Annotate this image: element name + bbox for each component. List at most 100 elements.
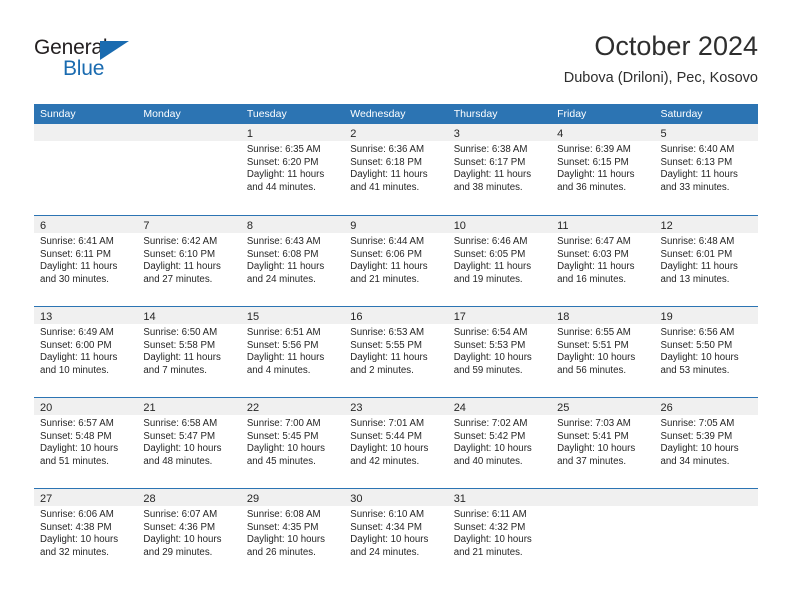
sunrise-text: Sunrise: 6:44 AM [350, 236, 425, 247]
day-number-band: 31 [447, 489, 552, 506]
calendar-day-cell[interactable]: 25 Sunrise: 7:03 AM Sunset: 5:41 PM Dayligh… [551, 398, 655, 488]
sunset-text: Sunset: 6:05 PM [453, 248, 526, 260]
day-number-band: 4 [551, 124, 655, 141]
sunrise-text: Sunrise: 6:50 AM [143, 327, 218, 338]
day-details: Sunrise: 6:56 AM Sunset: 5:50 PM Daylight:… [655, 324, 758, 377]
day-number-band: 14 [137, 307, 241, 324]
day-details: Sunrise: 6:41 AM Sunset: 6:11 PM Daylight:… [34, 233, 137, 286]
daylight-text-line2: and 34 minutes. [660, 455, 730, 467]
daylight-text-line1: Daylight: 11 hours [453, 261, 532, 273]
calendar-day-cell[interactable]: 23 Sunrise: 7:01 AM Sunset: 5:44 PM Dayligh… [344, 398, 448, 488]
day-number-band: 24 [447, 398, 552, 415]
sunrise-text: Sunrise: 6:43 AM [246, 236, 321, 247]
sunrise-text: Sunrise: 6:56 AM [660, 327, 735, 338]
calendar-day-cell[interactable]: 28 Sunrise: 6:07 AM Sunset: 4:36 PM Dayligh… [137, 489, 241, 579]
day-number: 19 [660, 311, 673, 323]
daylight-text-line1: Daylight: 11 hours [350, 352, 428, 364]
sunrise-text: Sunrise: 7:01 AM [350, 418, 425, 429]
calendar-day-cell[interactable]: 31 Sunrise: 6:11 AM Sunset: 4:32 PM Dayligh… [447, 489, 552, 579]
day-number: 16 [350, 311, 363, 323]
calendar-day-cell[interactable]: 15 Sunrise: 6:51 AM Sunset: 5:56 PM Dayligh… [240, 307, 345, 397]
day-details: Sunrise: 6:55 AM Sunset: 5:51 PM Daylight:… [551, 324, 654, 377]
day-number-band: 19 [654, 307, 758, 324]
calendar-day-cell[interactable]: 21 Sunrise: 6:58 AM Sunset: 5:47 PM Dayligh… [137, 398, 241, 488]
sunrise-text: Sunrise: 6:38 AM [453, 144, 528, 155]
calendar-day-cell[interactable]: 20 Sunrise: 6:57 AM Sunset: 5:48 PM Dayligh… [34, 398, 138, 488]
daylight-text-line1: Daylight: 10 hours [246, 443, 325, 455]
sunrise-text: Sunrise: 7:03 AM [557, 418, 631, 429]
calendar-day-cell[interactable]: 9 Sunrise: 6:44 AM Sunset: 6:06 PM Daylight… [344, 216, 448, 306]
sunrise-text: Sunrise: 6:58 AM [143, 418, 218, 429]
sunset-text: Sunset: 5:53 PM [453, 339, 526, 351]
day-number: 29 [246, 493, 260, 505]
daylight-text-line2: and 36 minutes. [557, 181, 627, 193]
calendar-day-cell[interactable]: 5 Sunrise: 6:40 AM Sunset: 6:13 PM Daylight… [654, 124, 758, 215]
sunset-text: Sunset: 6:20 PM [246, 156, 319, 168]
day-details: Sunrise: 7:00 AM Sunset: 5:45 PM Daylight:… [241, 415, 344, 468]
daylight-text-line2: and 40 minutes. [453, 455, 523, 467]
calendar-day-cell[interactable]: 26 Sunrise: 7:05 AM Sunset: 5:39 PM Dayligh… [654, 398, 758, 488]
day-number-band [137, 124, 241, 141]
daylight-text-line1: Daylight: 10 hours [453, 352, 532, 364]
daylight-text-line1: Daylight: 11 hours [246, 169, 325, 181]
sunset-text: Sunset: 5:44 PM [350, 430, 422, 442]
calendar-day-cell[interactable]: 16 Sunrise: 6:53 AM Sunset: 5:55 PM Dayligh… [344, 307, 448, 397]
sunrise-text: Sunrise: 6:57 AM [40, 418, 114, 429]
day-number-band: 9 [344, 216, 448, 233]
day-number: 31 [453, 493, 466, 505]
calendar-day-cell[interactable]: 18 Sunrise: 6:55 AM Sunset: 5:51 PM Dayligh… [551, 307, 655, 397]
sunrise-text: Sunrise: 6:36 AM [350, 144, 425, 155]
daylight-text-line2: and 41 minutes. [350, 181, 420, 193]
logo-word-blue: Blue [63, 57, 105, 80]
weekday-header-tuesday: Tuesday [246, 108, 287, 120]
sunrise-text: Sunrise: 6:07 AM [143, 509, 218, 520]
calendar-day-cell[interactable]: 24 Sunrise: 7:02 AM Sunset: 5:42 PM Dayligh… [447, 398, 552, 488]
calendar-day-cell[interactable]: 19 Sunrise: 6:56 AM Sunset: 5:50 PM Dayligh… [654, 307, 758, 397]
day-details: Sunrise: 6:11 AM Sunset: 4:32 PM Daylight:… [448, 506, 551, 559]
day-number-band: 2 [344, 124, 448, 141]
day-details: Sunrise: 6:07 AM Sunset: 4:36 PM Daylight:… [137, 506, 240, 559]
daylight-text-line2: and 37 minutes. [557, 455, 627, 467]
daylight-text-line1: Daylight: 11 hours [557, 169, 635, 181]
calendar-day-cell[interactable]: 11 Sunrise: 6:47 AM Sunset: 6:03 PM Dayligh… [551, 216, 655, 306]
daylight-text-line1: Daylight: 11 hours [143, 352, 221, 364]
calendar-day-cell[interactable]: 12 Sunrise: 6:48 AM Sunset: 6:01 PM Dayligh… [654, 216, 758, 306]
sunrise-text: Sunrise: 6:08 AM [246, 509, 321, 520]
daylight-text-line1: Daylight: 11 hours [660, 169, 738, 181]
daylight-text-line1: Daylight: 11 hours [40, 261, 118, 273]
sunset-text: Sunset: 6:06 PM [350, 248, 422, 260]
sunset-text: Sunset: 6:00 PM [40, 339, 112, 351]
sunrise-text: Sunrise: 6:42 AM [143, 236, 218, 247]
calendar-day-cell[interactable]: 1 Sunrise: 6:35 AM Sunset: 6:20 PM Daylight… [240, 124, 345, 215]
calendar-day-cell[interactable]: 27 Sunrise: 6:06 AM Sunset: 4:38 PM Dayligh… [34, 489, 138, 579]
calendar-day-cell[interactable]: 7 Sunrise: 6:42 AM Sunset: 6:10 PM Daylight… [137, 216, 241, 306]
calendar-day-cell[interactable]: 13 Sunrise: 6:49 AM Sunset: 6:00 PM Dayligh… [34, 307, 138, 397]
calendar-day-cell[interactable]: 14 Sunrise: 6:50 AM Sunset: 5:58 PM Dayligh… [137, 307, 241, 397]
calendar-day-cell-empty [551, 489, 655, 579]
calendar-day-cell[interactable]: 6 Sunrise: 6:41 AM Sunset: 6:11 PM Daylight… [34, 216, 138, 306]
day-number: 15 [246, 311, 260, 323]
day-number-band: 6 [34, 216, 138, 233]
sunset-text: Sunset: 5:51 PM [557, 339, 629, 351]
calendar-day-cell[interactable]: 17 Sunrise: 6:54 AM Sunset: 5:53 PM Dayligh… [447, 307, 552, 397]
calendar-day-cell[interactable]: 3 Sunrise: 6:38 AM Sunset: 6:17 PM Daylight… [447, 124, 552, 215]
calendar-day-cell[interactable]: 30 Sunrise: 6:10 AM Sunset: 4:34 PM Dayligh… [344, 489, 448, 579]
daylight-text-line2: and 59 minutes. [453, 364, 523, 376]
calendar-day-cell[interactable]: 22 Sunrise: 7:00 AM Sunset: 5:45 PM Dayligh… [240, 398, 345, 488]
daylight-text-line2: and 32 minutes. [40, 546, 109, 558]
weekday-header-friday: Friday [557, 108, 587, 120]
day-number: 23 [350, 402, 363, 414]
calendar-day-cell[interactable]: 8 Sunrise: 6:43 AM Sunset: 6:08 PM Daylight… [240, 216, 345, 306]
day-number-band: 10 [447, 216, 552, 233]
day-details [137, 141, 240, 144]
day-number-band: 26 [654, 398, 758, 415]
calendar-day-cell[interactable]: 2 Sunrise: 6:36 AM Sunset: 6:18 PM Daylight… [344, 124, 448, 215]
logo-triangle-icon [100, 41, 129, 60]
sunset-text: Sunset: 4:38 PM [40, 521, 112, 533]
calendar-day-cell[interactable]: 4 Sunrise: 6:39 AM Sunset: 6:15 PM Daylight… [551, 124, 655, 215]
calendar-day-cell[interactable]: 10 Sunrise: 6:46 AM Sunset: 6:05 PM Dayligh… [447, 216, 552, 306]
daylight-text-line1: Daylight: 11 hours [246, 352, 325, 364]
calendar-day-cell[interactable]: 29 Sunrise: 6:08 AM Sunset: 4:35 PM Dayligh… [240, 489, 345, 579]
daylight-text-line2: and 26 minutes. [246, 546, 316, 558]
daylight-text-line2: and 29 minutes. [143, 546, 213, 558]
